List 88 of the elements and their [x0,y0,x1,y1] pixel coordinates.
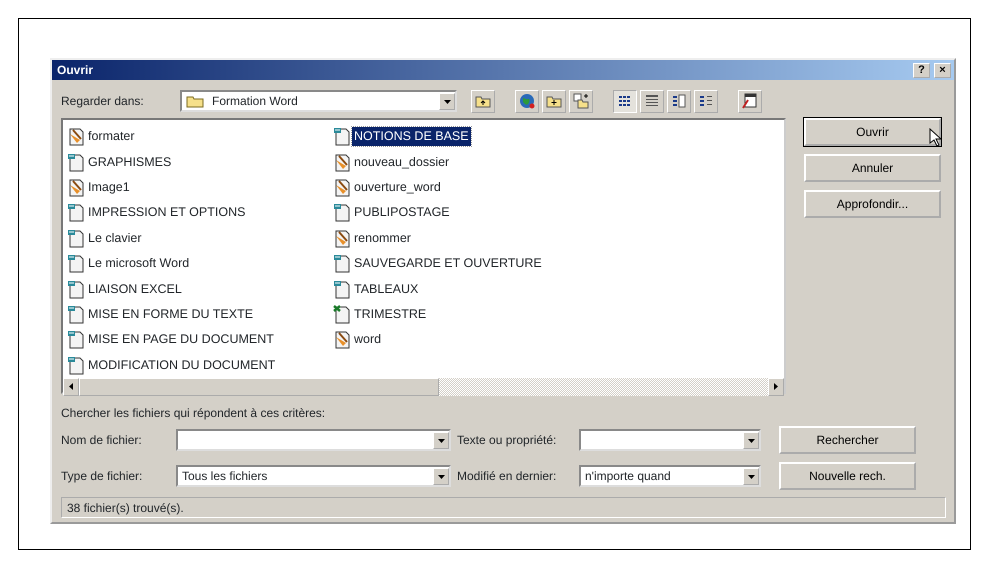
file-name[interactable]: renommer [352,228,413,248]
search-button[interactable]: Rechercher [779,426,916,454]
field-label: Type de fichier: [61,468,144,485]
search-heading: Chercher les fichiers qui répondent à ces critères: [61,405,326,422]
file-name[interactable]: TRIMESTRE [352,305,428,324]
globe-icon [519,93,535,109]
scrollbar-thumb[interactable] [79,378,439,396]
preview-icon [699,94,713,108]
document-icon [67,356,84,375]
field-label: Nom de fichier: [61,432,143,449]
field-label: Texte ou propriété: [457,432,558,449]
up-folder-icon [475,94,491,108]
document-icon [333,203,350,222]
folder-stack-icon [573,93,589,109]
document-icon [67,228,84,248]
combo-box[interactable]: n'importe quand [579,465,761,487]
properties-icon [672,94,686,108]
dialog-button[interactable]: Ouvrir [804,118,941,146]
dropdown-button[interactable] [433,468,449,484]
file-name[interactable]: Image1 [86,178,132,197]
window-title: Ouvrir [57,62,94,79]
file-name[interactable]: formater [86,127,137,146]
left-arrow-icon [67,382,75,392]
file-name[interactable]: MISE EN PAGE DU DOCUMENT [86,330,276,350]
view-button[interactable] [613,90,637,112]
dropdown-button[interactable] [743,468,759,484]
dropdown-button[interactable] [433,432,449,448]
image-file-icon [67,127,84,146]
view-button[interactable] [667,90,691,112]
file-name[interactable]: MODIFICATION DU DOCUMENT [86,356,278,375]
view-button[interactable] [694,90,718,112]
file-name[interactable]: TABLEAUX [352,280,420,298]
right-arrow-icon [772,382,780,392]
scroll-right-button[interactable] [768,378,784,396]
document-icon [333,280,350,299]
file-name[interactable]: GRAPHISMES [86,152,174,172]
new-folder-button[interactable] [542,90,566,112]
file-name[interactable]: ouverture_word [352,178,443,197]
tools-button[interactable] [738,90,762,112]
field-label: Regarder dans: [61,93,145,110]
file-name[interactable]: nouveau_dossier [352,152,452,172]
tools-icon [742,93,758,109]
up-folder-button[interactable] [471,90,495,112]
folder-icon [186,94,204,108]
file-name[interactable]: MISE EN FORME DU TEXTE [86,305,256,324]
file-name[interactable]: word [352,330,384,350]
combo-value: Formation Word [212,93,298,110]
file-name[interactable]: Le clavier [86,228,144,248]
scroll-left-button[interactable] [63,378,79,396]
dropdown-button[interactable] [439,92,455,110]
document-icon [67,203,84,222]
view-button[interactable] [640,90,664,112]
dialog-button[interactable]: Approfondir... [804,190,941,218]
file-name[interactable]: NOTIONS DE BASE [352,127,471,146]
combo-box[interactable]: Tous les fichiers [176,465,451,487]
file-name[interactable]: Le microsoft Word [86,254,192,274]
dialog-button[interactable]: Annuler [804,154,941,182]
search-button[interactable]: Nouvelle rech. [779,462,916,490]
image-file-icon [333,330,350,350]
document-icon [333,254,350,274]
web-search-button[interactable] [515,90,539,112]
folder-plus-icon [546,94,562,108]
image-file-icon [333,152,350,172]
file-name[interactable]: IMPRESSION ET OPTIONS [86,203,248,222]
image-file-icon [333,178,350,197]
horizontal-scrollbar[interactable] [63,378,784,396]
close-button[interactable]: × [934,62,951,78]
file-name[interactable]: SAUVEGARDE ET OUVERTURE [352,254,544,274]
file-name[interactable]: PUBLIPOSTAGE [352,203,452,222]
dropdown-button[interactable] [743,432,759,448]
document-icon [67,152,84,172]
help-button[interactable]: ? [913,62,930,78]
document-icon [67,304,84,324]
list-icon [618,94,632,108]
document-icon [67,254,84,274]
file-name[interactable]: LIAISON EXCEL [86,280,184,298]
cursor-icon [929,128,941,146]
spreadsheet-icon [333,304,350,324]
favorites-button[interactable] [569,90,593,112]
field-label: Modifié en dernier: [457,468,558,485]
image-file-icon [333,228,350,248]
look-in-dropdown[interactable]: Formation Word [180,90,457,112]
document-icon [67,280,84,299]
image-file-icon [67,178,84,197]
document-icon [67,330,84,350]
status-bar: 38 fichier(s) trouvé(s). [61,497,946,518]
details-icon [645,94,659,108]
document-icon [333,127,350,146]
